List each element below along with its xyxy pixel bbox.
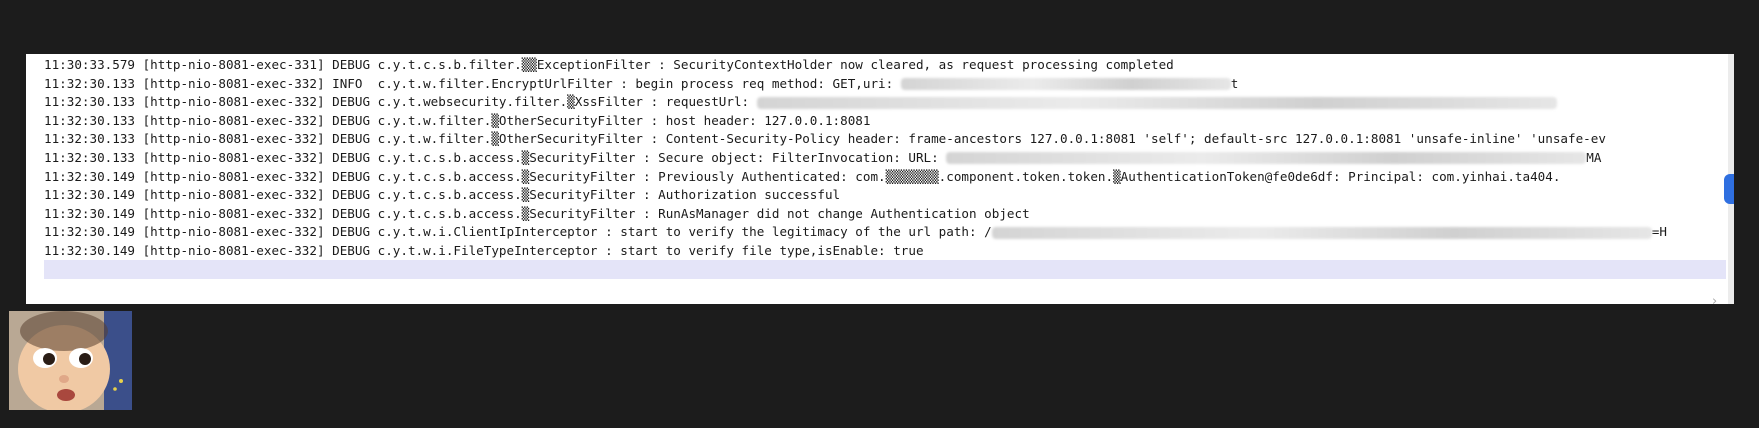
log-console[interactable]: 11:30:33.579 [http-nio-8081-exec-331] DE… bbox=[26, 54, 1734, 304]
log-line: 11:32:30.149 [http-nio-8081-exec-332] DE… bbox=[44, 168, 1561, 184]
chevron-right-icon[interactable]: › bbox=[1712, 294, 1717, 309]
toddler-avatar-icon bbox=[9, 311, 132, 410]
log-line: 11:32:30.149 [http-nio-8081-exec-332] DE… bbox=[44, 242, 924, 258]
log-line: 11:32:30.149 [http-nio-8081-exec-332] DE… bbox=[44, 205, 1030, 221]
log-line: 11:32:30.149 [http-nio-8081-exec-332] DE… bbox=[44, 187, 841, 203]
log-line: 11:32:30.133 [http-nio-8081-exec-332] IN… bbox=[44, 75, 1239, 91]
log-line: 11:32:30.133 [http-nio-8081-exec-332] DE… bbox=[44, 112, 871, 128]
redacted-text bbox=[946, 152, 1587, 165]
log-line: 11:32:30.133 [http-nio-8081-exec-332] DE… bbox=[44, 131, 1606, 147]
log-lines: 11:30:33.579 [http-nio-8081-exec-331] DE… bbox=[44, 56, 1726, 261]
redacted-text bbox=[991, 226, 1652, 239]
current-line-highlight bbox=[44, 260, 1726, 279]
scroll-marker[interactable] bbox=[1724, 174, 1734, 204]
log-line: 11:32:30.149 [http-nio-8081-exec-332] DE… bbox=[44, 224, 1667, 240]
log-line: 11:32:30.133 [http-nio-8081-exec-332] DE… bbox=[44, 93, 1726, 112]
log-line: 11:30:33.579 [http-nio-8081-exec-331] DE… bbox=[44, 57, 1174, 72]
redacted-text bbox=[756, 96, 1557, 109]
redacted-text bbox=[900, 78, 1231, 91]
log-line: 11:32:30.133 [http-nio-8081-exec-332] DE… bbox=[44, 149, 1602, 165]
